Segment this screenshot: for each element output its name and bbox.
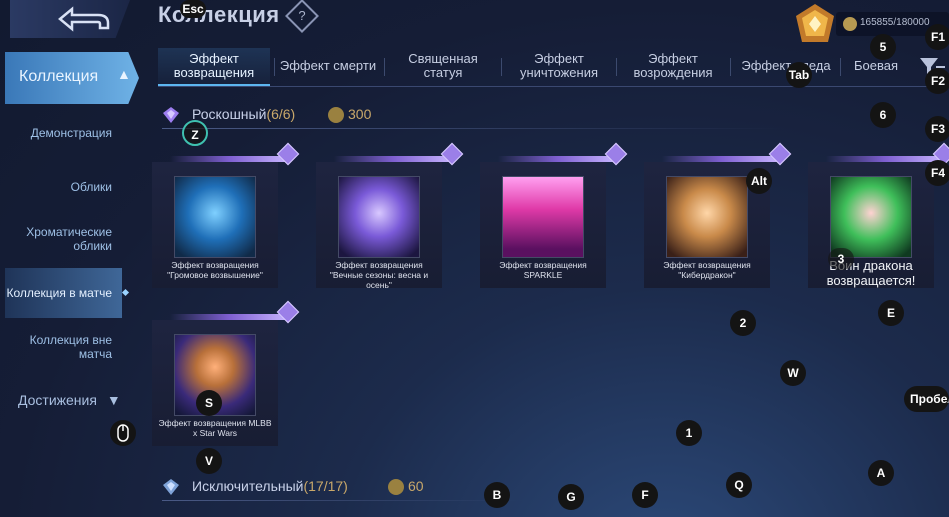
key-hint-3: 3 <box>828 248 854 270</box>
key-hint-z: Z <box>182 120 208 146</box>
key-hint-b: B <box>484 482 510 508</box>
key-hint-v: V <box>196 448 222 474</box>
help-icon[interactable]: ? <box>285 0 319 33</box>
key-hint-f: F <box>632 482 658 508</box>
tab-sacred-statue[interactable]: Священная статуя <box>388 48 498 84</box>
points-value: 165855/180000 <box>860 17 930 28</box>
ribbon-gem-icon <box>768 142 792 166</box>
card-label: Эффект возвращения SPARKLE <box>499 260 587 280</box>
sidebar-item-skins[interactable]: Облики <box>5 162 122 212</box>
key-hint-alt: Alt <box>746 168 772 194</box>
tab-elimination-effect[interactable]: Эффект уничтожения <box>504 48 614 84</box>
sparkle-art <box>502 176 584 258</box>
tab-death-effect[interactable]: Эффект смерти <box>276 48 380 84</box>
section-luxury-name: Роскошный <box>192 106 267 122</box>
sidebar-item-out-match[interactable]: Коллекция вне матча <box>5 322 122 372</box>
ribbon-gem-icon <box>604 142 628 166</box>
card-label: Эффект возвращения "Вечные сезоны: весна… <box>329 260 429 290</box>
sidebar-achievements[interactable]: Достижения ▼ <box>18 392 121 408</box>
tab-return-effect[interactable]: Эффект возвращения <box>158 48 270 86</box>
key-hint-tab: Tab <box>786 62 812 88</box>
ribbon-gem-icon <box>276 300 300 324</box>
section-divider <box>162 128 782 129</box>
ribbon-gem-icon <box>276 142 300 166</box>
ribbon-gem-icon <box>440 142 464 166</box>
card-ribbon <box>826 142 949 166</box>
diamond-gem-icon <box>163 479 179 495</box>
eternal-seasons-art <box>338 176 420 258</box>
chevron-down-icon: ▼ <box>106 392 121 408</box>
section-exclusive-title: Исключительный(17/17) <box>192 478 348 494</box>
key-hint-g: G <box>558 484 584 510</box>
key-hint-5: 5 <box>870 34 896 60</box>
key-hint-w: W <box>780 360 806 386</box>
thunder-dragon-art <box>174 176 256 258</box>
key-hint-2: 2 <box>730 310 756 336</box>
tab-divider <box>274 58 275 76</box>
achievements-label: Достижения <box>18 392 97 408</box>
tab-divider <box>730 58 731 76</box>
section-exclusive-cost: 60 <box>408 478 424 494</box>
diamond-gem-icon <box>163 107 179 123</box>
key-hint-a: A <box>868 460 894 486</box>
tab-respawn-effect[interactable]: Эффект возрождения <box>618 48 728 84</box>
help-glyph: ? <box>298 7 306 23</box>
card-eternal-seasons[interactable]: Эффект возвращения "Вечные сезоны: весна… <box>316 142 464 290</box>
back-button[interactable] <box>10 0 130 38</box>
coin-icon <box>328 107 344 123</box>
card-dragon-warrior[interactable]: Воин дракона возвращается! <box>808 142 949 288</box>
sidebar-item-demo[interactable]: Демонстрация <box>5 108 122 158</box>
key-hint-f2: F2 <box>925 68 949 94</box>
dragon-warrior-art <box>830 176 912 258</box>
tab-divider <box>501 58 502 76</box>
section-exclusive-name: Исключительный <box>192 478 304 494</box>
sidebar-item-in-match[interactable]: Коллекция в матче <box>5 268 122 318</box>
card-ribbon <box>334 142 464 166</box>
card-thunder-ascension[interactable]: Эффект возвращения "Громовое возвышение" <box>152 142 300 288</box>
card-label: Эффект возвращения "Кибердракон" <box>663 260 751 280</box>
key-hint-6: 6 <box>870 102 896 128</box>
sidebar-collection[interactable]: Коллекция ▲ <box>5 52 139 104</box>
key-hint-q: Q <box>726 472 752 498</box>
sidebar-collection-label: Коллекция <box>19 68 99 85</box>
key-hint-1: 1 <box>676 420 702 446</box>
tab-divider <box>616 58 617 76</box>
card-sparkle[interactable]: Эффект возвращения SPARKLE <box>480 142 628 288</box>
coin-icon <box>843 17 857 31</box>
page-title: Коллекция <box>158 2 280 27</box>
section-luxury-title: Роскошный(6/6) <box>192 106 295 122</box>
card-label: Эффект возвращения MLBB x Star Wars <box>158 418 272 438</box>
cyber-dragon-art <box>666 176 748 258</box>
section-luxury-header: Роскошный(6/6) 300 <box>162 104 662 126</box>
mouse-hint-icon <box>110 420 136 446</box>
sidebar-item-chromatic[interactable]: Хроматические облики <box>5 214 122 264</box>
tab-divider <box>840 58 841 76</box>
chevron-up-icon: ▲ <box>117 66 131 82</box>
section-divider <box>162 500 522 501</box>
coin-icon <box>388 479 404 495</box>
section-exclusive-header: Исключительный(17/17) 60 <box>162 476 662 498</box>
card-ribbon <box>170 300 300 324</box>
section-luxury-cost: 300 <box>348 106 372 122</box>
tab-bar: Эффект возвращения Эффект смерти Священн… <box>158 44 948 87</box>
key-hint-f3: F3 <box>925 116 949 142</box>
key-hint-e: E <box>878 300 904 326</box>
back-arrow-icon <box>58 6 110 32</box>
card-label: Эффект возвращения "Громовое возвышение" <box>167 260 263 280</box>
section-luxury-count: (6/6) <box>266 106 296 122</box>
card-ribbon <box>170 142 300 166</box>
tab-divider <box>384 58 385 76</box>
key-hint-f4: F4 <box>925 160 949 186</box>
key-hint-space: Пробел <box>904 386 949 412</box>
key-hint-f1: F1 <box>925 24 949 50</box>
card-ribbon <box>498 142 628 166</box>
section-exclusive-count: (17/17) <box>303 478 348 494</box>
top-bar: Коллекция ? 165855/180000 <box>0 0 949 44</box>
key-hint-esc: Esc <box>180 0 206 18</box>
rank-emblem-icon[interactable] <box>788 2 842 44</box>
card-star-wars[interactable]: Эффект возвращения MLBB x Star Wars <box>152 300 300 446</box>
card-ribbon <box>662 142 792 166</box>
key-hint-s: S <box>196 390 222 416</box>
